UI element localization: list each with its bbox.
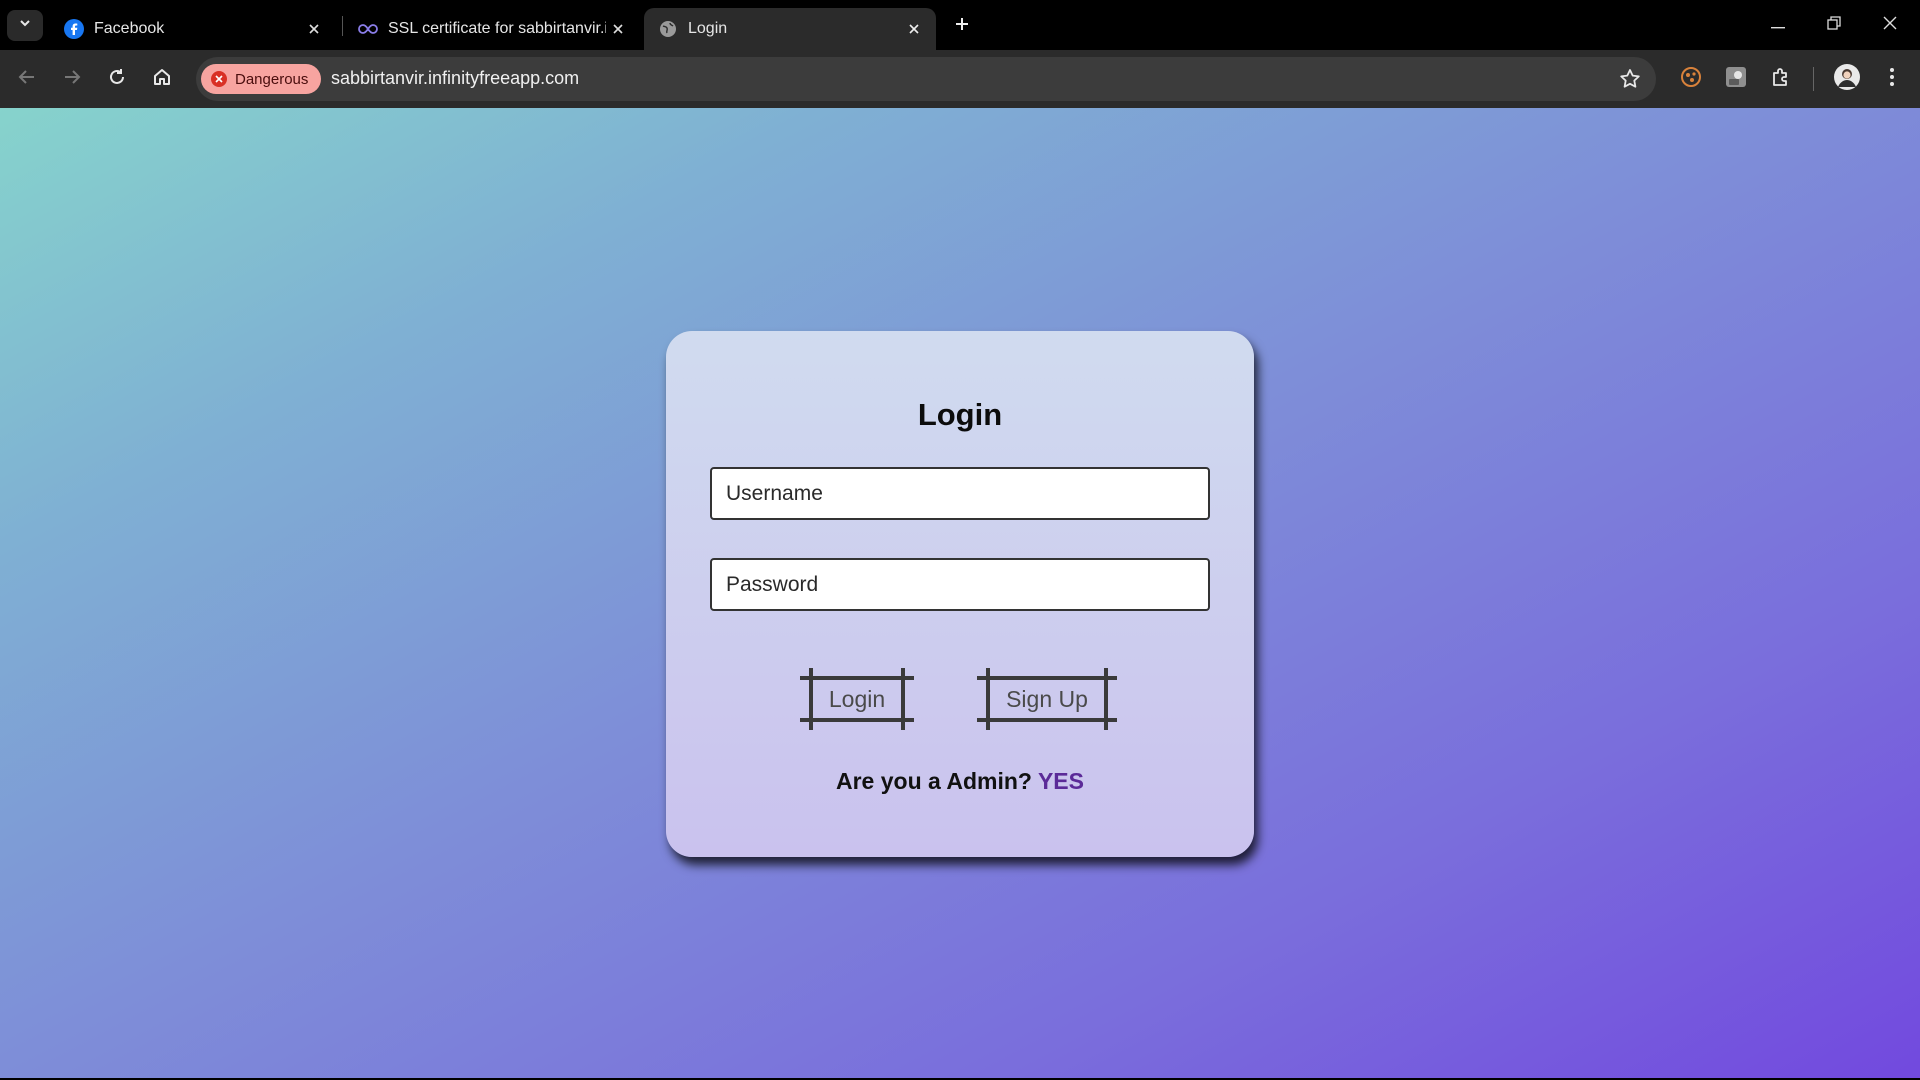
plus-icon [954,16,970,37]
security-label: Dangerous [235,70,309,88]
globe-icon [658,19,678,39]
tab-search-button[interactable] [7,10,43,41]
danger-icon [211,71,227,87]
new-tab-button[interactable] [948,12,976,40]
login-button[interactable]: Login [800,668,914,730]
home-button[interactable] [145,62,179,96]
tab-facebook[interactable]: Facebook [50,8,336,50]
facebook-icon [64,19,84,39]
close-icon [1883,16,1897,35]
tab-login[interactable]: Login [644,8,936,50]
login-card: Login Login Sign Up Are you a Admin?YES [666,331,1254,857]
tab-title: Facebook [94,20,165,37]
restore-button[interactable] [1806,0,1862,50]
tab-title: SSL certificate for sabbirtanvir.in [388,20,606,37]
extension-image-button[interactable] [1720,63,1752,95]
toolbar-separator [1813,67,1814,91]
extension-cookie-button[interactable] [1675,63,1707,95]
tab-title: Login [688,20,728,37]
reload-button[interactable] [100,62,134,96]
profile-button[interactable] [1831,63,1863,95]
login-button-label: Login [828,686,886,712]
tab-strip: Facebook SSL certificate for sabbirtanvi… [0,0,1920,50]
tab-separator [342,16,343,36]
arrow-left-icon [18,68,36,91]
minimize-button[interactable] [1750,0,1806,50]
admin-yes-link[interactable]: YES [1038,768,1084,794]
bookmark-star-icon[interactable] [1618,67,1642,91]
home-icon [152,67,172,92]
photo-extension-icon [1725,66,1747,93]
avatar [1834,63,1860,95]
browser-menu-button[interactable] [1876,63,1908,95]
signup-button[interactable]: Sign Up [977,668,1117,730]
page-viewport: Login Login Sign Up Are you a Admin?YES [0,108,1920,1080]
reload-icon [108,68,126,91]
restore-icon [1827,15,1841,35]
arrow-right-icon [63,68,81,91]
security-chip[interactable]: Dangerous [201,64,322,94]
browser-toolbar: Dangerous sabbirtanvir.infinityfreeapp.c… [0,50,1920,108]
forward-button[interactable] [55,62,89,96]
close-window-button[interactable] [1862,0,1918,50]
password-input[interactable] [710,558,1210,611]
minimize-icon [1771,16,1785,34]
username-input[interactable] [710,467,1210,520]
close-icon[interactable] [902,17,926,41]
kebab-menu-icon [1889,67,1895,92]
admin-prompt: Are you a Admin? YES [666,768,1254,795]
close-icon[interactable] [302,17,326,41]
page-title: Login [917,397,1003,432]
cookie-icon [1680,66,1702,93]
back-button[interactable] [10,62,44,96]
puzzle-icon [1770,66,1792,93]
chevron-down-icon [18,16,32,35]
close-icon[interactable] [606,17,630,41]
address-bar[interactable]: Dangerous sabbirtanvir.infinityfreeapp.c… [196,57,1656,101]
admin-question: Are you a Admin? [836,768,1032,794]
infinity-icon [358,19,378,39]
url-text[interactable]: sabbirtanvir.infinityfreeapp.com [331,68,579,89]
signup-button-label: Sign Up [1006,686,1088,712]
extensions-button[interactable] [1765,63,1797,95]
tab-ssl-certificate[interactable]: SSL certificate for sabbirtanvir.in [344,8,640,50]
